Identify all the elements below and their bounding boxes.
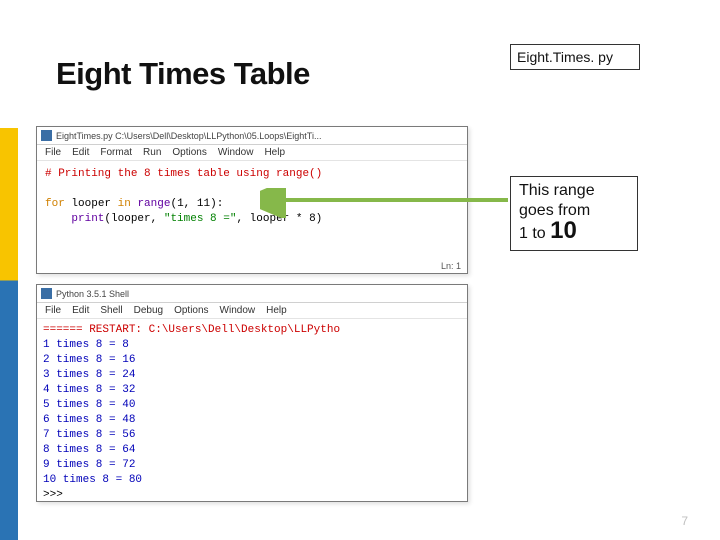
print-args-b: , looper * 8): [236, 213, 322, 225]
out-6: 6 times 8 = 48: [43, 414, 135, 426]
menu-file[interactable]: File: [45, 147, 61, 158]
print-args-a: (looper,: [104, 213, 163, 225]
out-4: 4 times 8 = 32: [43, 384, 135, 396]
out-5: 5 times 8 = 40: [43, 399, 135, 411]
shell-prompt: >>>: [43, 489, 63, 501]
editor-statusbar: Ln: 1: [441, 261, 461, 271]
menu-edit[interactable]: Edit: [72, 147, 89, 158]
editor-title-text: EightTimes.py C:\Users\Dell\Desktop\LLPy…: [56, 131, 321, 141]
range-callout: This range goes from 1 to 10: [510, 176, 638, 251]
menu-help[interactable]: Help: [264, 147, 285, 158]
colon: :: [217, 198, 224, 210]
menu-window[interactable]: Window: [218, 147, 254, 158]
shell-menu-options[interactable]: Options: [174, 305, 208, 316]
shell-menu-help[interactable]: Help: [266, 305, 287, 316]
print-str: "times 8 =": [164, 213, 237, 225]
kw-in: in: [118, 198, 131, 210]
range-args: (1, 11): [170, 198, 216, 210]
editor-code-area: # Printing the 8 times table using range…: [37, 161, 467, 233]
page-number: 7: [681, 514, 688, 528]
range-line3a: 1 to: [519, 225, 550, 242]
out-7: 7 times 8 = 56: [43, 429, 135, 441]
shell-menu-debug[interactable]: Debug: [134, 305, 163, 316]
python-icon: [41, 288, 52, 299]
slide-title: Eight Times Table: [56, 56, 310, 92]
shell-title-text: Python 3.5.1 Shell: [56, 289, 129, 299]
decorative-left-band: [0, 128, 18, 540]
range-line3b: 10: [550, 217, 577, 244]
editor-menubar: File Edit Format Run Options Window Help: [37, 145, 467, 161]
out-9: 9 times 8 = 72: [43, 459, 135, 471]
shell-titlebar: Python 3.5.1 Shell: [37, 285, 467, 303]
fn-range: range: [137, 198, 170, 210]
range-line1: This range: [519, 181, 629, 201]
filename-callout: Eight.Times. py: [510, 44, 640, 70]
out-8: 8 times 8 = 64: [43, 444, 135, 456]
ident-looper: looper: [71, 198, 111, 210]
out-10: 10 times 8 = 80: [43, 474, 142, 486]
code-editor-window: EightTimes.py C:\Users\Dell\Desktop\LLPy…: [36, 126, 468, 274]
shell-menu-shell[interactable]: Shell: [100, 305, 122, 316]
code-comment: # Printing the 8 times table using range…: [45, 168, 322, 180]
shell-menubar: File Edit Shell Debug Options Window Hel…: [37, 303, 467, 319]
editor-titlebar: EightTimes.py C:\Users\Dell\Desktop\LLPy…: [37, 127, 467, 145]
shell-output-area: ====== RESTART: C:\Users\Dell\Desktop\LL…: [37, 319, 467, 507]
fn-print: print: [71, 213, 104, 225]
menu-run[interactable]: Run: [143, 147, 161, 158]
out-3: 3 times 8 = 24: [43, 369, 135, 381]
shell-menu-file[interactable]: File: [45, 305, 61, 316]
out-2: 2 times 8 = 16: [43, 354, 135, 366]
restart-line: ====== RESTART: C:\Users\Dell\Desktop\LL…: [43, 324, 340, 336]
kw-for: for: [45, 198, 65, 210]
shell-window: Python 3.5.1 Shell File Edit Shell Debug…: [36, 284, 468, 502]
range-line3: 1 to 10: [519, 221, 629, 244]
menu-format[interactable]: Format: [100, 147, 132, 158]
shell-menu-edit[interactable]: Edit: [72, 305, 89, 316]
shell-menu-window[interactable]: Window: [220, 305, 256, 316]
menu-options[interactable]: Options: [172, 147, 206, 158]
python-icon: [41, 130, 52, 141]
out-1: 1 times 8 = 8: [43, 339, 129, 351]
